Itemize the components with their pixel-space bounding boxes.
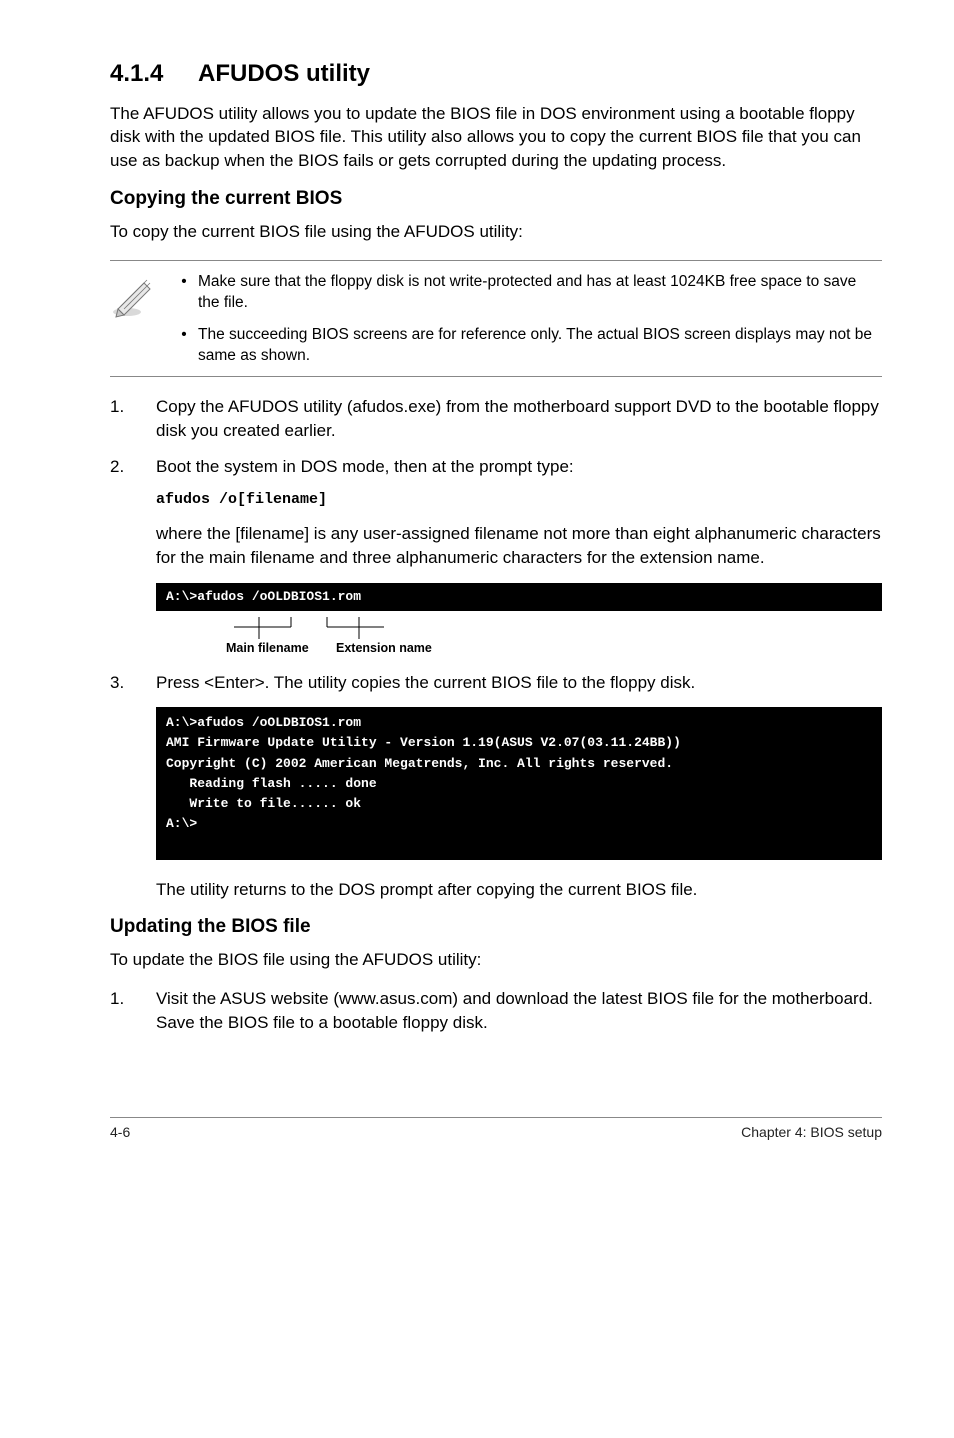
step-result: The utility returns to the DOS prompt af… bbox=[156, 878, 882, 902]
copy-steps-list: 1. Copy the AFUDOS utility (afudos.exe) … bbox=[110, 395, 882, 478]
step-item: 3. Press <Enter>. The utility copies the… bbox=[110, 671, 882, 695]
copy-lead: To copy the current BIOS file using the … bbox=[110, 220, 882, 243]
update-heading: Updating the BIOS file bbox=[110, 916, 882, 938]
main-filename-label: Main filename bbox=[226, 641, 309, 655]
page-footer: 4-6 Chapter 4: BIOS setup bbox=[110, 1117, 882, 1140]
bullet-icon: • bbox=[170, 271, 198, 314]
step-item: 1. Visit the ASUS website (www.asus.com)… bbox=[110, 987, 882, 1035]
copy-steps-list-continued: 3. Press <Enter>. The utility copies the… bbox=[110, 671, 882, 695]
pencil-note-icon bbox=[110, 275, 154, 319]
terminal-output: A:\>afudos /oOLDBIOS1.rom AMI Firmware U… bbox=[156, 707, 882, 860]
note-list: • Make sure that the floppy disk is not … bbox=[170, 271, 882, 367]
chapter-label: Chapter 4: BIOS setup bbox=[741, 1124, 882, 1140]
note-item: • Make sure that the floppy disk is not … bbox=[170, 271, 882, 314]
step-explanation: where the [filename] is any user-assigne… bbox=[156, 522, 882, 570]
bullet-icon: • bbox=[170, 324, 198, 367]
page-number: 4-6 bbox=[110, 1124, 130, 1140]
terminal-output: A:\>afudos /oOLDBIOS1.rom bbox=[156, 583, 882, 611]
step-text: Press <Enter>. The utility copies the cu… bbox=[156, 673, 695, 692]
note-text: The succeeding BIOS screens are for refe… bbox=[198, 324, 882, 367]
note-icon-column bbox=[110, 271, 170, 367]
update-lead: To update the BIOS file using the AFUDOS… bbox=[110, 948, 882, 971]
section-number: 4.1.4 bbox=[110, 60, 198, 88]
copy-heading: Copying the current BIOS bbox=[110, 188, 882, 210]
section-title-text: AFUDOS utility bbox=[198, 60, 370, 87]
note-text: Make sure that the floppy disk is not wr… bbox=[198, 271, 882, 314]
filename-annotation: Main filename Extension name bbox=[156, 617, 882, 657]
extension-name-label: Extension name bbox=[336, 641, 432, 655]
section-heading: 4.1.4AFUDOS utility bbox=[110, 60, 882, 88]
intro-paragraph: The AFUDOS utility allows you to update … bbox=[110, 102, 882, 172]
step-number: 1. bbox=[110, 395, 124, 419]
code-command: afudos /o[filename] bbox=[156, 491, 882, 508]
step-text: Boot the system in DOS mode, then at the… bbox=[156, 457, 574, 476]
note-item: • The succeeding BIOS screens are for re… bbox=[170, 324, 882, 367]
page-content: 4.1.4AFUDOS utility The AFUDOS utility a… bbox=[0, 0, 954, 1077]
step-text: Visit the ASUS website (www.asus.com) an… bbox=[156, 989, 873, 1032]
step-number: 3. bbox=[110, 671, 124, 695]
step-number: 1. bbox=[110, 987, 124, 1011]
step-item: 2. Boot the system in DOS mode, then at … bbox=[110, 455, 882, 479]
update-steps-list: 1. Visit the ASUS website (www.asus.com)… bbox=[110, 987, 882, 1035]
step-text: Copy the AFUDOS utility (afudos.exe) fro… bbox=[156, 397, 879, 440]
step-item: 1. Copy the AFUDOS utility (afudos.exe) … bbox=[110, 395, 882, 443]
note-box: • Make sure that the floppy disk is not … bbox=[110, 260, 882, 378]
step-number: 2. bbox=[110, 455, 124, 479]
